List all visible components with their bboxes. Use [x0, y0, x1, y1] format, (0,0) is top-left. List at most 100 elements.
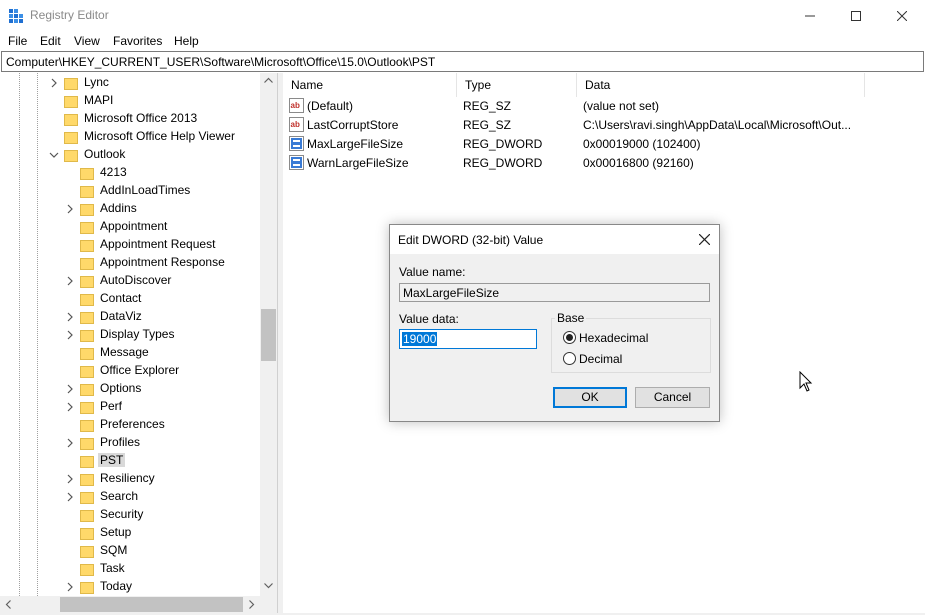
chevron-right-icon[interactable]: [49, 78, 59, 88]
chevron-down-icon[interactable]: [49, 150, 59, 160]
tree-item-label: Appointment: [100, 219, 168, 233]
value-type-cell: REG_DWORD: [463, 137, 543, 151]
chevron-right-icon[interactable]: [65, 276, 75, 286]
tree-item[interactable]: Resiliency: [0, 470, 260, 488]
value-name-field: MaxLargeFileSize: [399, 283, 710, 302]
tree-item[interactable]: MAPI: [0, 92, 260, 110]
chevron-right-icon[interactable]: [65, 474, 75, 484]
tree-item[interactable]: Appointment Request: [0, 236, 260, 254]
key-tree[interactable]: Lync MAPI Microsoft Office 2013 Microsoft O…: [0, 73, 260, 596]
chevron-right-icon[interactable]: [65, 438, 75, 448]
tree-item[interactable]: Today: [0, 578, 260, 596]
dialog-close-button[interactable]: [689, 225, 719, 254]
folder-icon: [80, 474, 94, 486]
tree-item-label: 4213: [100, 165, 127, 179]
value-data-input[interactable]: 19000: [399, 329, 537, 349]
chevron-right-icon[interactable]: [65, 384, 75, 394]
tree-item[interactable]: DataViz: [0, 308, 260, 326]
tree-item[interactable]: Message: [0, 344, 260, 362]
scroll-down-icon[interactable]: [264, 583, 273, 589]
value-type-cell: REG_DWORD: [463, 156, 543, 170]
radio-decimal-label[interactable]: Decimal: [579, 352, 622, 366]
menu-file[interactable]: File: [8, 34, 27, 48]
tree-item[interactable]: 4213: [0, 164, 260, 182]
chevron-right-icon[interactable]: [65, 492, 75, 502]
tree-item[interactable]: Appointment: [0, 218, 260, 236]
tree-item[interactable]: SQM: [0, 542, 260, 560]
tree-item[interactable]: Lync: [0, 74, 260, 92]
radio-decimal[interactable]: [563, 352, 576, 365]
tree-item-label: MAPI: [84, 93, 114, 107]
tree-item[interactable]: Microsoft Office 2013: [0, 110, 260, 128]
tree-item[interactable]: AddInLoadTimes: [0, 182, 260, 200]
svg-text:ab: ab: [291, 101, 300, 110]
tree-item[interactable]: Office Explorer: [0, 362, 260, 380]
tree-hscroll-thumb[interactable]: [60, 597, 243, 612]
tree-item[interactable]: Display Types: [0, 326, 260, 344]
tree-vertical-scrollbar[interactable]: [260, 73, 277, 596]
folder-icon: [80, 168, 94, 180]
tree-item-label: PST: [98, 453, 126, 467]
column-header-data[interactable]: Data: [577, 73, 865, 97]
radio-hexadecimal-label[interactable]: Hexadecimal: [579, 331, 648, 345]
close-window-button[interactable]: [879, 0, 925, 31]
tree-item-label: Perf: [100, 399, 123, 413]
column-header-name[interactable]: Name: [283, 73, 457, 97]
radio-hexadecimal[interactable]: [563, 331, 576, 344]
value-name-text: MaxLargeFileSize: [403, 286, 500, 300]
scroll-up-icon[interactable]: [264, 77, 273, 83]
value-row[interactable]: ab (Default) REG_SZ (value not set): [283, 97, 925, 116]
value-row[interactable]: WarnLargeFileSize REG_DWORD 0x00016800 (92…: [283, 154, 925, 173]
tree-scroll-thumb[interactable]: [261, 309, 276, 361]
folder-icon: [80, 222, 94, 234]
chevron-right-icon[interactable]: [65, 582, 75, 592]
menu-favorites[interactable]: Favorites: [113, 34, 162, 48]
menu-edit[interactable]: Edit: [40, 34, 61, 48]
base-group: [551, 318, 711, 373]
scroll-right-icon[interactable]: [249, 600, 255, 609]
ok-button[interactable]: OK: [553, 387, 627, 408]
tree-item[interactable]: Outlook: [0, 146, 260, 164]
value-row[interactable]: MaxLargeFileSize REG_DWORD 0x00019000 (102…: [283, 135, 925, 154]
tree-item[interactable]: Profiles: [0, 434, 260, 452]
binary-value-icon: [289, 155, 304, 170]
tree-item[interactable]: Addins: [0, 200, 260, 218]
menu-bar: File Edit View Favorites Help: [0, 31, 925, 51]
maximize-button[interactable]: [833, 0, 879, 31]
tree-item[interactable]: Security: [0, 506, 260, 524]
tree-item[interactable]: Options: [0, 380, 260, 398]
tree-item[interactable]: Search: [0, 488, 260, 506]
tree-item[interactable]: Preferences: [0, 416, 260, 434]
tree-item[interactable]: Perf: [0, 398, 260, 416]
tree-item-label: Profiles: [100, 435, 141, 449]
cancel-button[interactable]: Cancel: [635, 387, 710, 408]
tree-item[interactable]: PST: [0, 452, 260, 470]
tree-item[interactable]: Contact: [0, 290, 260, 308]
menu-help[interactable]: Help: [174, 34, 199, 48]
chevron-right-icon[interactable]: [65, 312, 75, 322]
value-name-cell: (Default): [307, 99, 354, 113]
tree-item[interactable]: Setup: [0, 524, 260, 542]
tree-item-label: Task: [100, 561, 125, 575]
tree-item[interactable]: Task: [0, 560, 260, 578]
address-bar[interactable]: Computer\HKEY_CURRENT_USER\Software\Micr…: [1, 51, 924, 72]
tree-horizontal-scrollbar[interactable]: [0, 596, 260, 613]
title-bar: Registry Editor: [0, 0, 925, 31]
tree-item[interactable]: Appointment Response: [0, 254, 260, 272]
folder-icon: [64, 96, 78, 108]
chevron-right-icon[interactable]: [65, 330, 75, 340]
maximize-icon: [851, 10, 861, 21]
value-row[interactable]: ab LastCorruptStore REG_SZ C:\Users\ravi.si…: [283, 116, 925, 135]
menu-view[interactable]: View: [74, 34, 100, 48]
tree-item[interactable]: Microsoft Office Help Viewer: [0, 128, 260, 146]
address-path: Computer\HKEY_CURRENT_USER\Software\Micr…: [6, 55, 436, 69]
minimize-button[interactable]: [787, 0, 833, 31]
folder-icon: [80, 330, 94, 342]
scroll-left-icon[interactable]: [5, 600, 11, 609]
column-header-type[interactable]: Type: [457, 73, 577, 97]
tree-item[interactable]: AutoDiscover: [0, 272, 260, 290]
tree-item-label: Today: [100, 579, 133, 593]
chevron-right-icon[interactable]: [65, 402, 75, 412]
folder-icon: [64, 78, 78, 90]
chevron-right-icon[interactable]: [65, 204, 75, 214]
